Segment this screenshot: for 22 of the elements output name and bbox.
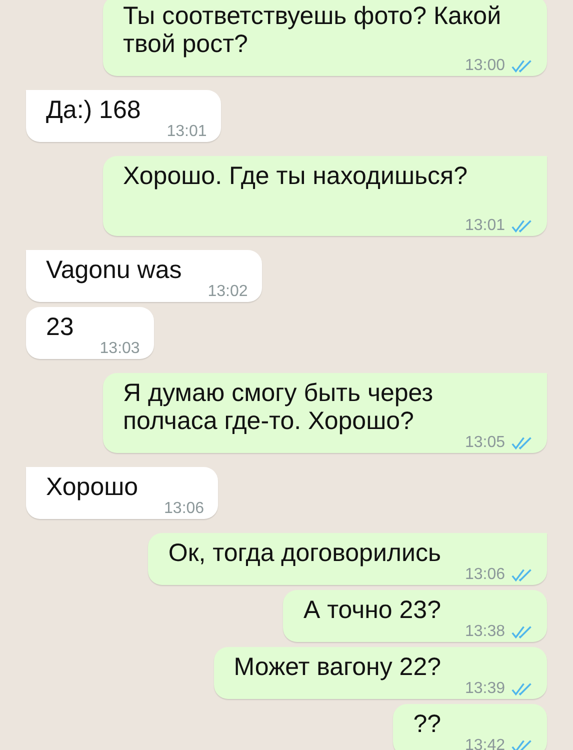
message-time: 13:01 <box>166 125 207 139</box>
message-text: 23 <box>46 313 74 341</box>
message-text: ?? <box>413 710 441 738</box>
message-text: Хорошо <box>46 473 138 501</box>
message-time: 13:05 <box>464 436 505 450</box>
message-time: 13:02 <box>208 285 248 299</box>
message-text: Да:) 168 <box>46 96 141 124</box>
message-time: 13:01 <box>464 219 505 233</box>
message-time: 13:06 <box>464 568 505 582</box>
message-text: Ты соответствуешь фото? Какой твой рост? <box>123 2 502 58</box>
message-time: 13:00 <box>464 59 505 73</box>
message-text: Ок, тогда договорились <box>168 539 441 567</box>
message-time: 13:06 <box>164 502 204 516</box>
message-text: Может вагону 22? <box>234 653 441 681</box>
message-time: 13:39 <box>464 682 505 696</box>
message-time: 13:42 <box>464 739 505 750</box>
message-time: 13:03 <box>100 342 140 356</box>
message-time: 13:38 <box>464 625 505 639</box>
message-text: Я думаю смогу быть через полчаса где-то. Хорошо? <box>123 379 434 435</box>
message-text: Vagonu was <box>46 256 182 284</box>
message-text: Хорошо. Где ты находишься? <box>123 162 468 190</box>
message-text: А точно 23? <box>303 596 441 624</box>
